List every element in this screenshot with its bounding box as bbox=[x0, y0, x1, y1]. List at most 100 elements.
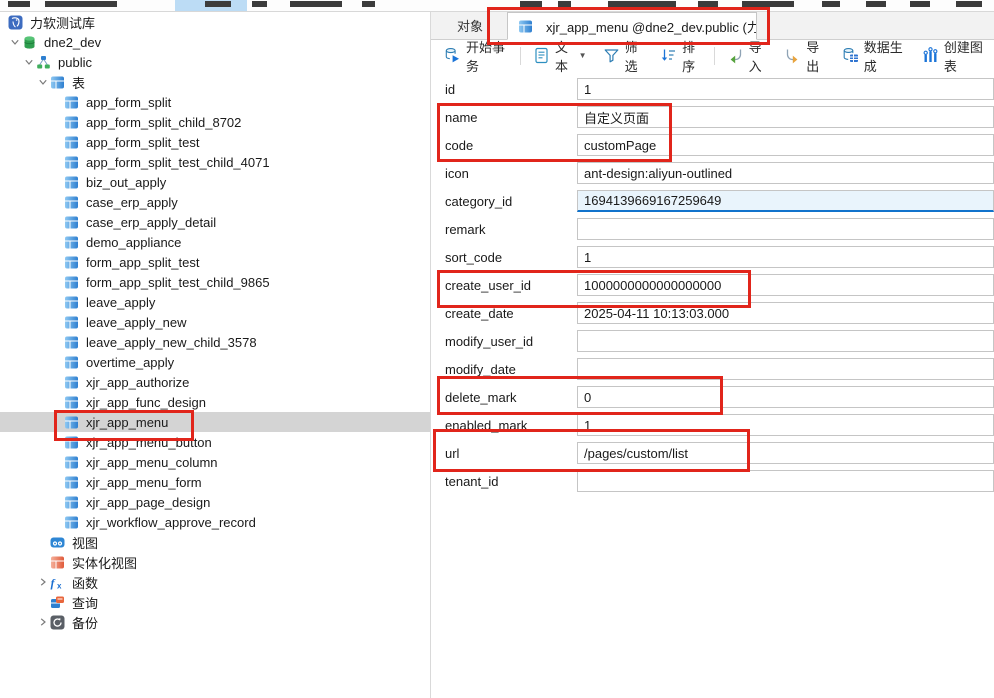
field-value-sort_code[interactable]: 1 bbox=[577, 246, 994, 268]
field-value-icon[interactable]: ant-design:aliyun-outlined bbox=[577, 162, 994, 184]
tree-item-table-demo_appliance[interactable]: demo_appliance bbox=[0, 232, 430, 252]
tree-item-table-app_form_split[interactable]: app_form_split bbox=[0, 92, 430, 112]
create-chart-button[interactable]: 创建图表 bbox=[914, 44, 994, 68]
table-icon bbox=[64, 455, 79, 470]
field-value-category_id[interactable]: 1694139669167259649 bbox=[577, 190, 994, 212]
tree-item-table-xjr_app_authorize[interactable]: xjr_app_authorize bbox=[0, 372, 430, 392]
tree-item-database[interactable]: dne2_dev bbox=[0, 32, 430, 52]
field-value-modify_date[interactable] bbox=[577, 358, 994, 380]
tab-bar: 对象 xjr_app_menu @dne2_dev.public (力... bbox=[431, 12, 994, 40]
data-generation-button[interactable]: 数据生成 bbox=[834, 44, 914, 68]
sort-button[interactable]: 排序 bbox=[652, 44, 710, 68]
svg-text:x: x bbox=[57, 581, 62, 590]
tree-item-table-biz_out_apply[interactable]: biz_out_apply bbox=[0, 172, 430, 192]
tree-item-table-overtime_apply[interactable]: overtime_apply bbox=[0, 352, 430, 372]
export-button[interactable]: 导出 bbox=[776, 44, 834, 68]
field-row-code: codecustomPage bbox=[431, 131, 994, 159]
tree-item-section[interactable]: 查询 bbox=[0, 592, 430, 612]
field-row-create_user_id: create_user_id1000000000000000000 bbox=[431, 271, 994, 299]
tree-item-section[interactable]: 视图 bbox=[0, 532, 430, 552]
tree-item-label: xjr_app_menu bbox=[86, 415, 174, 430]
tree-item-table-xjr_app_func_design[interactable]: xjr_app_func_design bbox=[0, 392, 430, 412]
postgres-connection-icon bbox=[8, 15, 23, 30]
table-icon bbox=[50, 75, 65, 90]
tree-item-table-app_form_split_test_child_4071[interactable]: app_form_split_test_child_4071 bbox=[0, 152, 430, 172]
field-value-code[interactable]: customPage bbox=[577, 134, 994, 156]
text-mode-button[interactable]: 文本▼ bbox=[525, 44, 595, 68]
tree-item-label: xjr_app_func_design bbox=[86, 395, 212, 410]
field-label-modify_date: modify_date bbox=[431, 362, 577, 377]
table-icon bbox=[64, 515, 79, 530]
tree-item-tables-folder[interactable]: 表 bbox=[0, 72, 430, 92]
field-value-name[interactable]: 自定义页面 bbox=[577, 106, 994, 128]
chevron-down-icon[interactable] bbox=[22, 58, 36, 66]
field-row-id: id1 bbox=[431, 75, 994, 103]
field-value-remark[interactable] bbox=[577, 218, 994, 240]
chevron-down-icon[interactable] bbox=[8, 38, 22, 46]
tree-item-table-case_erp_apply_detail[interactable]: case_erp_apply_detail bbox=[0, 212, 430, 232]
tree-item-table-form_app_split_test_child_9865[interactable]: form_app_split_test_child_9865 bbox=[0, 272, 430, 292]
field-row-sort_code: sort_code1 bbox=[431, 243, 994, 271]
table-icon bbox=[64, 395, 79, 410]
functions-icon: fx bbox=[50, 575, 65, 590]
tree-item-table-xjr_app_menu_form[interactable]: xjr_app_menu_form bbox=[0, 472, 430, 492]
field-value-delete_mark[interactable]: 0 bbox=[577, 386, 994, 408]
chevron-down-icon[interactable] bbox=[36, 78, 50, 86]
ribbon-fragment bbox=[822, 1, 840, 7]
tree-item-label: app_form_split_test bbox=[86, 135, 205, 150]
table-icon bbox=[64, 275, 79, 290]
tree-item-schema[interactable]: public bbox=[0, 52, 430, 72]
table-icon bbox=[64, 295, 79, 310]
tree-item-connection[interactable]: 力软测试库 bbox=[0, 12, 430, 32]
tree-item-table-xjr_app_menu[interactable]: xjr_app_menu bbox=[0, 412, 430, 432]
tree-item-section[interactable]: 备份 bbox=[0, 612, 430, 632]
field-value-create_date[interactable]: 2025-04-11 10:13:03.000 bbox=[577, 302, 994, 324]
field-value-modify_user_id[interactable] bbox=[577, 330, 994, 352]
import-button[interactable]: 导入 bbox=[719, 44, 777, 68]
field-label-name: name bbox=[431, 110, 577, 125]
begin-transaction-button[interactable]: 开始事务 bbox=[436, 44, 516, 68]
tree-item-table-leave_apply[interactable]: leave_apply bbox=[0, 292, 430, 312]
tree-item-label: public bbox=[58, 55, 98, 70]
tree-item-section[interactable]: 实体化视图 bbox=[0, 552, 430, 572]
tree-item-table-app_form_split_test[interactable]: app_form_split_test bbox=[0, 132, 430, 152]
tree-item-section[interactable]: fx函数 bbox=[0, 572, 430, 592]
tree-item-table-leave_apply_new[interactable]: leave_apply_new bbox=[0, 312, 430, 332]
field-value-create_user_id[interactable]: 1000000000000000000 bbox=[577, 274, 994, 296]
chart-icon bbox=[922, 47, 939, 64]
tree-item-table-xjr_app_menu_column[interactable]: xjr_app_menu_column bbox=[0, 452, 430, 472]
tree-item-table-xjr_app_menu_button[interactable]: xjr_app_menu_button bbox=[0, 432, 430, 452]
chevron-right-icon[interactable] bbox=[36, 578, 50, 586]
tree-item-table-app_form_split_child_8702[interactable]: app_form_split_child_8702 bbox=[0, 112, 430, 132]
table-icon bbox=[64, 235, 79, 250]
field-row-url: url/pages/custom/list bbox=[431, 439, 994, 467]
create-chart-label: 创建图表 bbox=[944, 37, 986, 75]
tree-item-table-xjr_workflow_approve_record[interactable]: xjr_workflow_approve_record bbox=[0, 512, 430, 532]
tab-xjr-app-menu[interactable]: xjr_app_menu @dne2_dev.public (力... bbox=[507, 12, 757, 40]
field-value-enabled_mark[interactable]: 1 bbox=[577, 414, 994, 436]
field-value-url[interactable]: /pages/custom/list bbox=[577, 442, 994, 464]
tab-objects[interactable]: 对象 bbox=[431, 12, 507, 39]
chevron-right-icon[interactable] bbox=[36, 618, 50, 626]
dropdown-caret-icon: ▼ bbox=[579, 51, 587, 60]
ribbon-fragment bbox=[866, 1, 886, 7]
tree-item-table-xjr_app_page_design[interactable]: xjr_app_page_design bbox=[0, 492, 430, 512]
table-icon bbox=[518, 19, 533, 34]
ribbon-fragment bbox=[45, 1, 117, 7]
field-value-tenant_id[interactable] bbox=[577, 470, 994, 492]
filter-button[interactable]: 筛选 bbox=[595, 44, 653, 68]
queries-icon bbox=[50, 595, 65, 610]
field-row-delete_mark: delete_mark0 bbox=[431, 383, 994, 411]
tree-item-table-case_erp_apply[interactable]: case_erp_apply bbox=[0, 192, 430, 212]
table-icon bbox=[64, 95, 79, 110]
tree-item-label: form_app_split_test bbox=[86, 255, 205, 270]
sort-icon bbox=[660, 47, 677, 64]
table-icon bbox=[64, 215, 79, 230]
tree-item-label: app_form_split_test_child_4071 bbox=[86, 155, 276, 170]
tree-item-table-leave_apply_new_child_3578[interactable]: leave_apply_new_child_3578 bbox=[0, 332, 430, 352]
field-value-id[interactable]: 1 bbox=[577, 78, 994, 100]
tree-item-label: xjr_app_page_design bbox=[86, 495, 216, 510]
tree-item-table-form_app_split_test[interactable]: form_app_split_test bbox=[0, 252, 430, 272]
views-icon bbox=[50, 535, 65, 550]
table-icon bbox=[64, 195, 79, 210]
